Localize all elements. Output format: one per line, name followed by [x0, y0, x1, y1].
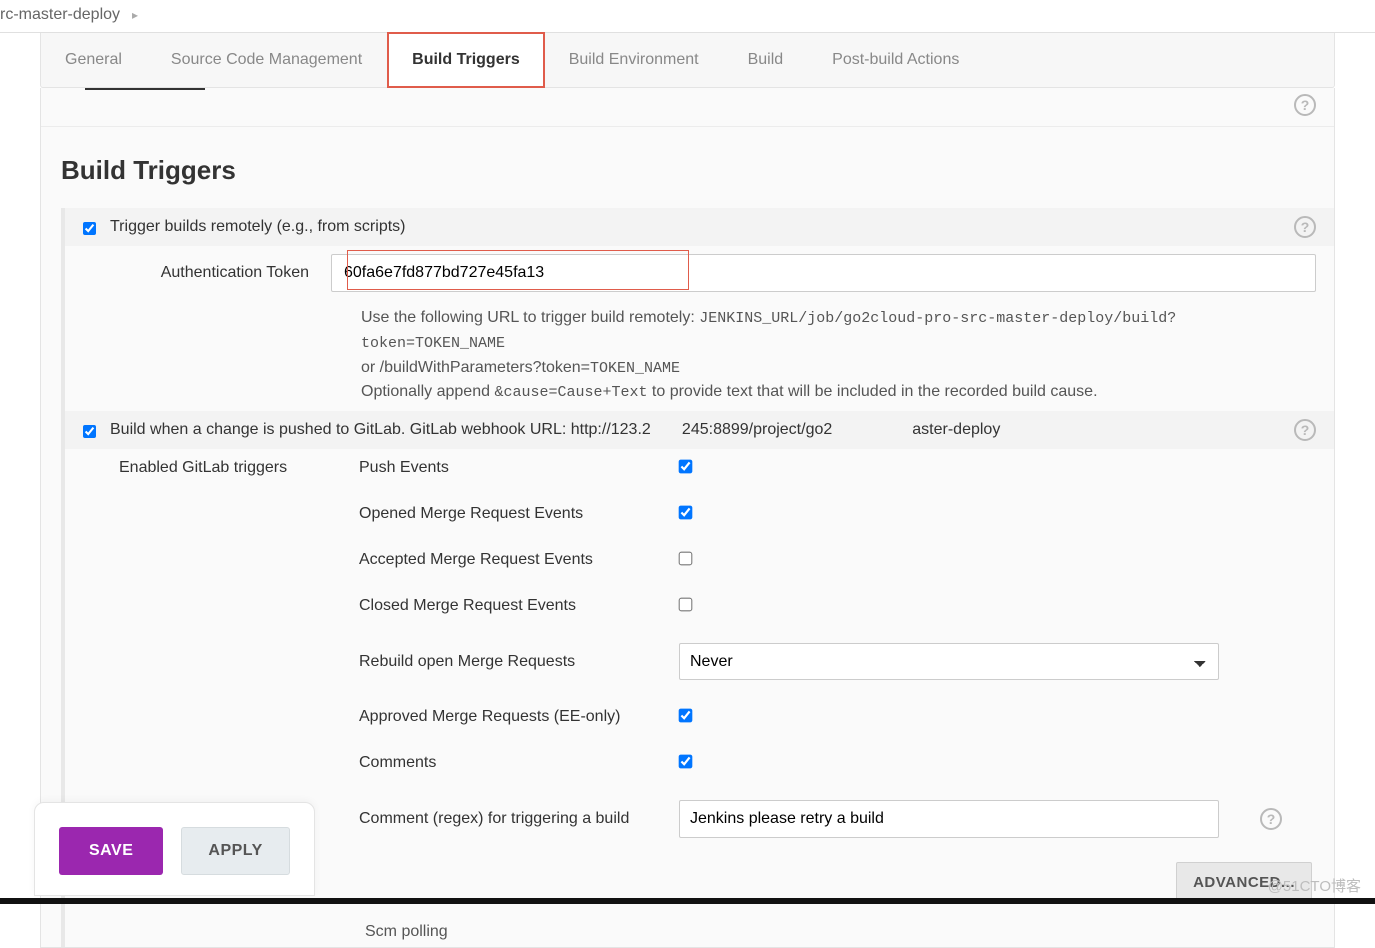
select-rebuild-open-mr[interactable]: Never — [679, 643, 1219, 680]
input-comment-regex[interactable] — [679, 800, 1219, 838]
checkbox-approved-mr[interactable] — [679, 709, 693, 723]
checkbox-opened-mr[interactable] — [679, 506, 693, 520]
footer-actions: SAVE APPLY — [34, 802, 315, 896]
checkbox-push-events[interactable] — [679, 460, 693, 474]
checkbox-gitlab-push[interactable] — [83, 425, 96, 438]
label-trigger-remotely: Trigger builds remotely (e.g., from scri… — [110, 218, 405, 236]
help-icon[interactable]: ? — [1294, 216, 1316, 238]
apply-button[interactable]: APPLY — [181, 827, 289, 875]
label-rebuild-open-mr: Rebuild open Merge Requests — [359, 653, 679, 671]
tab-build-environment[interactable]: Build Environment — [545, 33, 724, 87]
tab-general[interactable]: General — [41, 33, 147, 87]
hint-remote-url: Use the following URL to trigger build r… — [65, 300, 1334, 411]
tab-build-triggers[interactable]: Build Triggers — [387, 32, 545, 88]
config-tabs: General Source Code Management Build Tri… — [40, 33, 1335, 88]
tab-build[interactable]: Build — [724, 33, 809, 87]
checkbox-comments[interactable] — [679, 755, 693, 769]
label-opened-mr: Opened Merge Request Events — [359, 505, 679, 523]
label-auth-token: Authentication Token — [119, 264, 309, 282]
help-icon[interactable]: ? — [1294, 419, 1316, 441]
label-closed-mr: Closed Merge Request Events — [359, 597, 679, 615]
tab-scm[interactable]: Source Code Management — [147, 33, 387, 87]
label-enabled-gitlab-triggers: Enabled GitLab triggers — [119, 459, 359, 477]
checkbox-closed-mr[interactable] — [679, 598, 693, 612]
row-gitlab-push: Build when a change is pushed to GitLab.… — [65, 411, 1334, 449]
row-auth-token: Authentication Token — [65, 246, 1334, 300]
label-comment-regex: Comment (regex) for triggering a build — [359, 810, 679, 828]
save-button[interactable]: SAVE — [59, 827, 163, 875]
help-icon[interactable]: ? — [1260, 808, 1282, 830]
help-icon[interactable]: ? — [1294, 94, 1316, 116]
section-title: Build Triggers — [41, 127, 1334, 208]
label-gitlab-push: Build when a change is pushed to GitLab.… — [110, 421, 1000, 439]
breadcrumb-item[interactable]: rc-master-deploy — [0, 6, 120, 24]
checkbox-trigger-remotely[interactable] — [83, 222, 96, 235]
label-scm-polling: Scm polling — [65, 913, 1334, 941]
label-comments: Comments — [359, 754, 679, 772]
tab-post-build[interactable]: Post-build Actions — [808, 33, 984, 87]
watermark: @51CTO博客 — [1268, 875, 1361, 896]
chevron-right-icon: ▸ — [132, 8, 138, 22]
label-accepted-mr: Accepted Merge Request Events — [359, 551, 679, 569]
label-approved-mr: Approved Merge Requests (EE-only) — [359, 708, 679, 726]
row-trigger-remotely: Trigger builds remotely (e.g., from scri… — [65, 208, 1334, 246]
checkbox-accepted-mr[interactable] — [679, 552, 693, 566]
bottom-bar — [0, 898, 1375, 904]
prev-section-cut: Subversion ? — [41, 88, 1334, 127]
label-push-events: Push Events — [359, 459, 679, 477]
input-auth-token[interactable] — [331, 254, 1316, 292]
breadcrumb: rc-master-deploy ▸ — [0, 0, 1375, 33]
